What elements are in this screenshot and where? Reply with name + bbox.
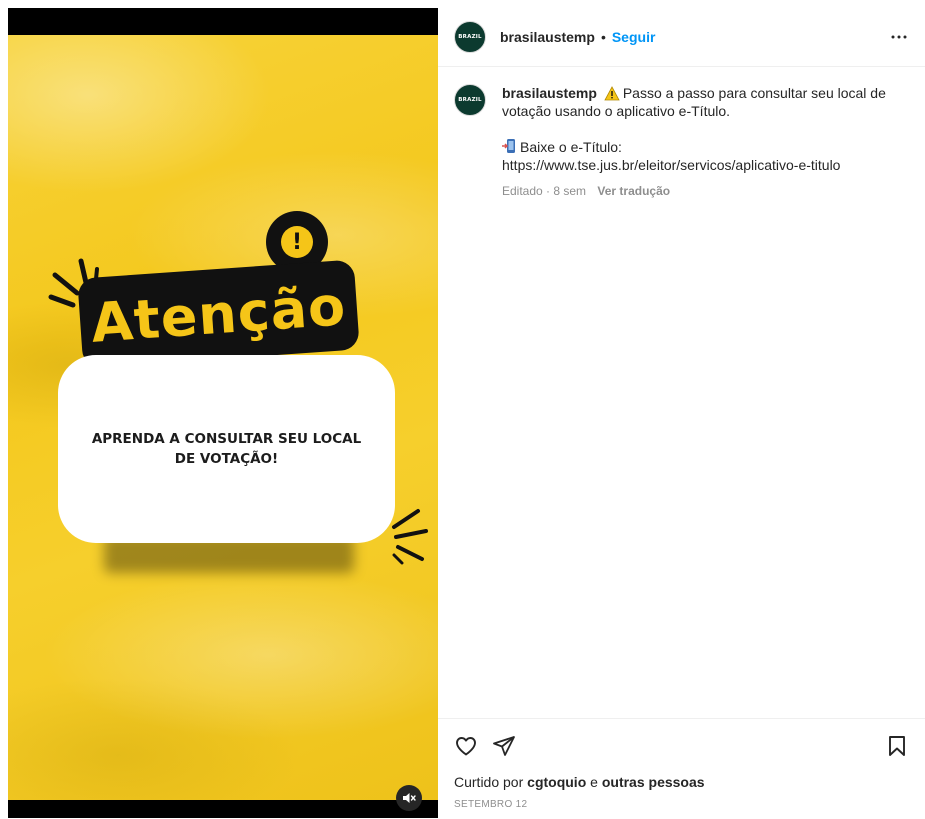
caption-download-text: Baixe o e-Título:: [520, 139, 622, 155]
caption-first-paragraph: brasilaustemp Passo a passo para consult…: [502, 84, 902, 120]
paper-plane-icon: [493, 736, 515, 756]
post-caption: BRAZIL brasilaustemp Passo a passo para …: [454, 84, 914, 200]
info-card: APRENDA A CONSULTAR SEU LOCAL DE VOTAÇÃO…: [58, 355, 395, 543]
caption-body: brasilaustemp Passo a passo para consult…: [502, 84, 902, 200]
attention-headline: Atenção: [88, 273, 348, 355]
burst-lines-right: [392, 509, 428, 565]
action-bar: [454, 734, 909, 760]
separator-dot: •: [600, 29, 606, 45]
more-options-button[interactable]: [887, 25, 911, 49]
save-button[interactable]: [885, 734, 909, 758]
caption-avatar[interactable]: BRAZIL: [454, 84, 486, 116]
avatar[interactable]: BRAZIL: [454, 21, 486, 53]
caption-meta: Editado · 8 sem Ver tradução: [502, 182, 902, 200]
avatar-text: BRAZIL: [458, 97, 482, 103]
post-details-panel: BRAZIL brasilaustemp • Seguir BRAZIL bra…: [438, 8, 925, 819]
like-button[interactable]: [454, 734, 478, 758]
liker-username-link[interactable]: cgtoquio: [527, 774, 586, 790]
attention-tag: Atenção: [77, 259, 360, 369]
header-username-link[interactable]: brasilaustemp: [500, 29, 595, 45]
avatar-text: BRAZIL: [458, 34, 482, 40]
mobile-phone-arrow-icon: [502, 139, 515, 153]
other-likers-link[interactable]: outras pessoas: [602, 774, 705, 790]
see-translation-link[interactable]: Ver tradução: [597, 184, 670, 198]
ellipsis-icon: [891, 35, 907, 39]
share-button[interactable]: [492, 734, 516, 758]
caption-second-paragraph: Baixe o e-Título: https://www.tse.jus.br…: [502, 138, 902, 174]
post-media[interactable]: ! Atenção APRENDA A CONSULTAR SEU LOCAL …: [8, 8, 438, 818]
likes-prefix: Curtido por: [454, 774, 524, 790]
warning-icon: [604, 86, 620, 101]
post-date[interactable]: SETEMBRO 12: [454, 799, 527, 810]
info-card-text: APRENDA A CONSULTAR SEU LOCAL DE VOTAÇÃO…: [91, 431, 362, 467]
bookmark-icon: [889, 736, 905, 756]
likes-summary: Curtido por cgtoquio e outras pessoas: [454, 774, 705, 790]
mute-button[interactable]: [396, 785, 422, 811]
follow-button[interactable]: Seguir: [612, 29, 656, 45]
edited-timestamp: Editado · 8 sem: [502, 184, 587, 198]
caption-username-link[interactable]: brasilaustemp: [502, 85, 597, 101]
video-frame[interactable]: ! Atenção APRENDA A CONSULTAR SEU LOCAL …: [8, 35, 438, 811]
divider: [438, 718, 925, 719]
likes-connector: e: [590, 774, 598, 790]
speaker-muted-icon: [403, 793, 416, 803]
heart-icon: [456, 737, 476, 756]
caption-url[interactable]: https://www.tse.jus.br/eleitor/servicos/…: [502, 156, 902, 174]
post-header: BRAZIL brasilaustemp • Seguir: [438, 8, 925, 67]
